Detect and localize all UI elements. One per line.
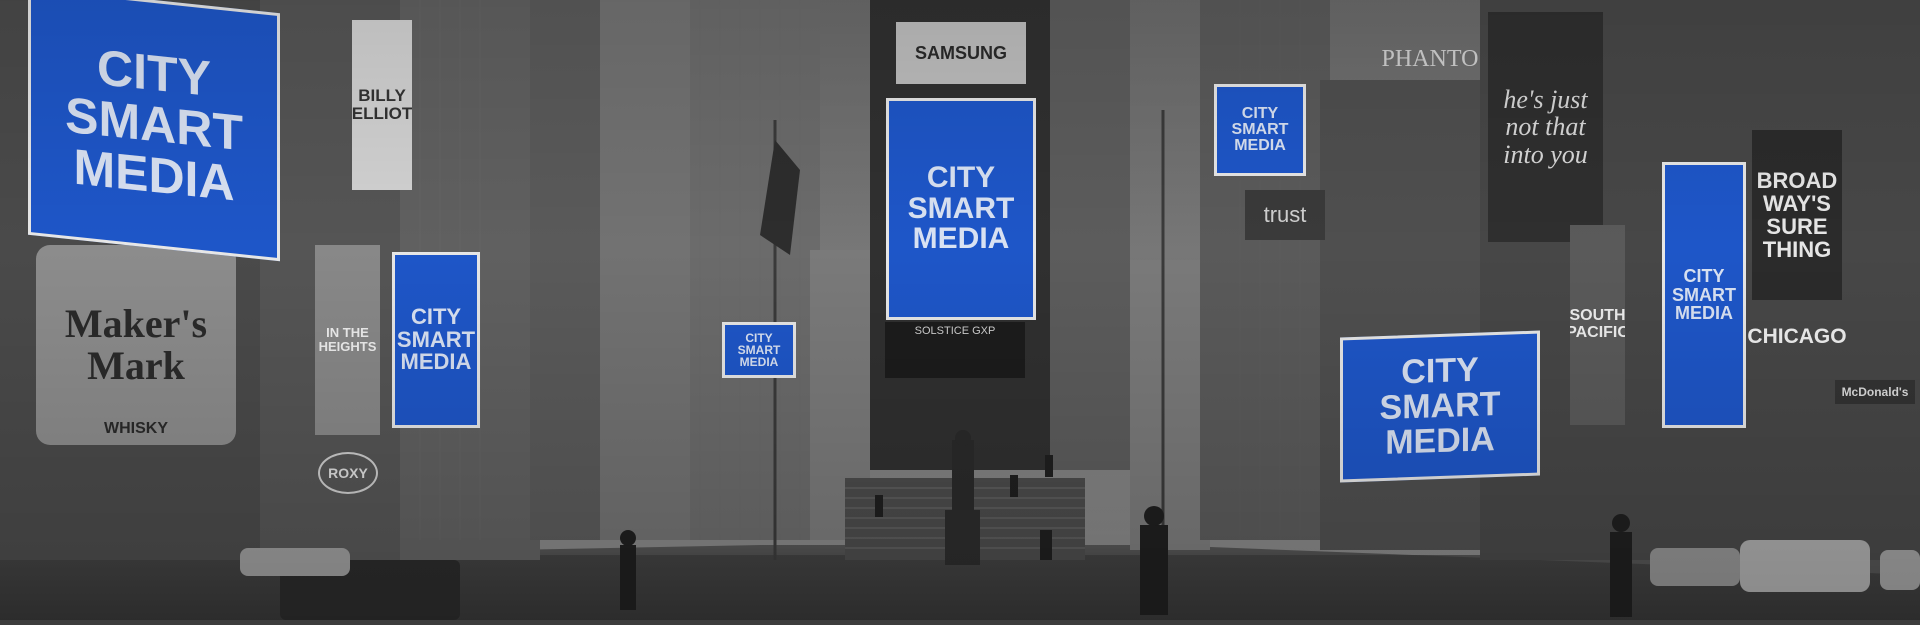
- makers-mark-sign: Maker's Mark: [36, 245, 236, 445]
- billboard-text: CITY SMART MEDIA: [737, 330, 781, 370]
- billboard-right-lower: CITY SMART MEDIA: [1340, 330, 1540, 483]
- billboard-large-left: CITY SMART MEDIA: [28, 0, 280, 262]
- billboard-center-tower: CITY SMART MEDIA: [886, 98, 1036, 320]
- billboard-text: CITY SMART MEDIA: [1231, 104, 1289, 155]
- phantom-sign: PHANTO: [1381, 46, 1479, 73]
- billboard-mid-left: CITY SMART MEDIA: [392, 252, 480, 428]
- solstice-sign: SOLSTICE GXP: [885, 322, 1025, 378]
- billboard-upper-right-small: CITY SMART MEDIA: [1214, 84, 1306, 176]
- times-square-photo: Maker's Mark WHISKY BILLY ELLIOT IN THE …: [0, 0, 1920, 620]
- south-pacific-sign: SOUTH PACIFIC: [1570, 225, 1625, 425]
- billy-elliot-sign: BILLY ELLIOT: [352, 20, 412, 190]
- roxy-sign: ROXY: [318, 452, 378, 494]
- billboard-text: CITY SMART MEDIA: [1379, 351, 1501, 462]
- billboard-small-center-left: CITY SMART MEDIA: [722, 322, 796, 378]
- trust-tnt-sign: trust: [1245, 190, 1325, 240]
- in-the-heights-sign: IN THE HEIGHTS: [315, 245, 380, 435]
- billboard-text: CITY SMART MEDIA: [1672, 266, 1736, 324]
- billboard-far-right-vertical: CITY SMART MEDIA: [1662, 162, 1746, 428]
- billboard-text: CITY SMART MEDIA: [65, 38, 243, 211]
- billboard-text: CITY SMART MEDIA: [907, 161, 1015, 256]
- samsung-sign: SAMSUNG: [896, 22, 1026, 84]
- makers-mark-whisky-label: WHISKY: [104, 419, 168, 437]
- chicago-sign: CHICAGO: [1748, 324, 1846, 348]
- mcdonalds-sign: McDonald's: [1835, 380, 1915, 404]
- billboard-text: CITY SMART MEDIA: [396, 304, 476, 375]
- broadways-sure-thing-sign: BROAD WAY'S SURE THING: [1752, 130, 1842, 300]
- hes-just-not-that-into-you-sign: he's just not that into you: [1488, 12, 1603, 242]
